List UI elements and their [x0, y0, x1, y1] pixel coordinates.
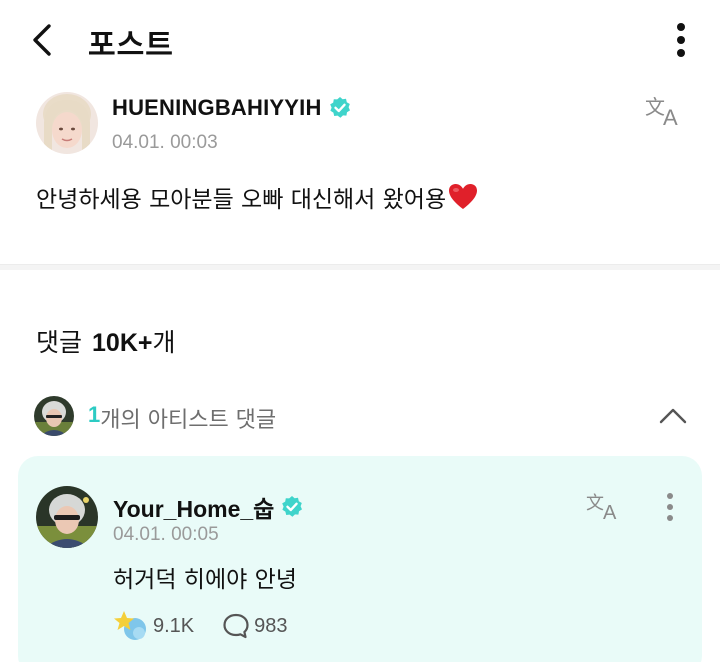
artist-comment-label: 개의 아티스트 댓글 — [100, 408, 277, 433]
translate-icon: 文 A — [586, 493, 617, 524]
artist-comment-count: 1 — [88, 402, 101, 427]
comment-body: 허거덕 히에야 안녕 — [113, 567, 297, 593]
comment-timestamp: 04.01. 00:05 — [113, 524, 219, 545]
artist-comments-summary: 1 개의 아티스트 댓글 — [88, 402, 276, 434]
post-body-text: 안녕하세용 모아분들 오빠 대신해서 왔어용 — [36, 187, 447, 213]
top-bar: 포스트 — [0, 0, 720, 80]
avatar-image — [36, 92, 98, 154]
translate-button[interactable]: 文 A — [644, 92, 688, 130]
comment-author-avatar[interactable] — [36, 486, 98, 548]
artist-avatar-small — [34, 396, 74, 436]
comments-heading: 댓글 10K+ 개 — [36, 323, 176, 359]
reply-button[interactable]: 983 — [222, 612, 288, 640]
red-heart-icon — [449, 184, 478, 209]
post-body: 안녕하세용 모아분들 오빠 대신해서 왔어용 — [36, 180, 478, 214]
vertical-ellipsis-icon — [667, 493, 673, 521]
vertical-ellipsis-icon — [677, 23, 685, 57]
svg-text:A: A — [603, 502, 617, 523]
post-timestamp: 04.01. 00:03 — [112, 132, 218, 153]
post-author-avatar[interactable] — [36, 92, 98, 154]
reply-count: 983 — [254, 614, 288, 637]
like-count: 9.1K — [153, 614, 195, 637]
verified-badge-icon — [329, 97, 350, 118]
svg-text:文: 文 — [586, 493, 604, 514]
comment-author[interactable]: Your_Home_숩 — [113, 490, 304, 524]
comments-count-suffix: 개 — [152, 328, 176, 357]
comment-more-button[interactable] — [658, 490, 682, 524]
avatar-image — [34, 396, 74, 436]
star-fan-reaction-icon — [114, 611, 146, 640]
artist-comment-card: Your_Home_숩 04.01. 00:05 文 A 허거덕 히에야 안녕 … — [18, 456, 702, 662]
svg-text:文: 文 — [645, 95, 665, 119]
page-title: 포스트 — [88, 28, 174, 63]
avatar-image — [36, 486, 98, 548]
comments-label: 댓글 — [36, 328, 83, 357]
like-button[interactable]: 9.1K — [113, 609, 194, 643]
comment-author-name: Your_Home_숩 — [113, 496, 275, 522]
comment-actions: 9.1K 983 — [113, 609, 288, 643]
chevron-left-icon — [33, 24, 51, 56]
post-author[interactable]: HUENINGBAHIYYIH — [112, 95, 352, 121]
more-options-button[interactable] — [664, 18, 698, 62]
section-divider — [0, 264, 720, 270]
comments-count: 10K+ — [92, 329, 153, 357]
post-author-name: HUENINGBAHIYYIH — [112, 95, 322, 120]
artist-comments-toggle[interactable]: 1 개의 아티스트 댓글 — [0, 390, 720, 442]
speech-bubble-icon — [223, 613, 249, 639]
back-button[interactable] — [22, 18, 62, 62]
comment-translate-button[interactable]: 文 A — [586, 489, 626, 524]
chevron-up-icon — [659, 408, 687, 424]
verified-badge-icon — [282, 496, 303, 517]
collapse-button[interactable] — [655, 398, 691, 434]
svg-text:A: A — [663, 105, 678, 128]
translate-icon: 文 A — [645, 95, 678, 130]
